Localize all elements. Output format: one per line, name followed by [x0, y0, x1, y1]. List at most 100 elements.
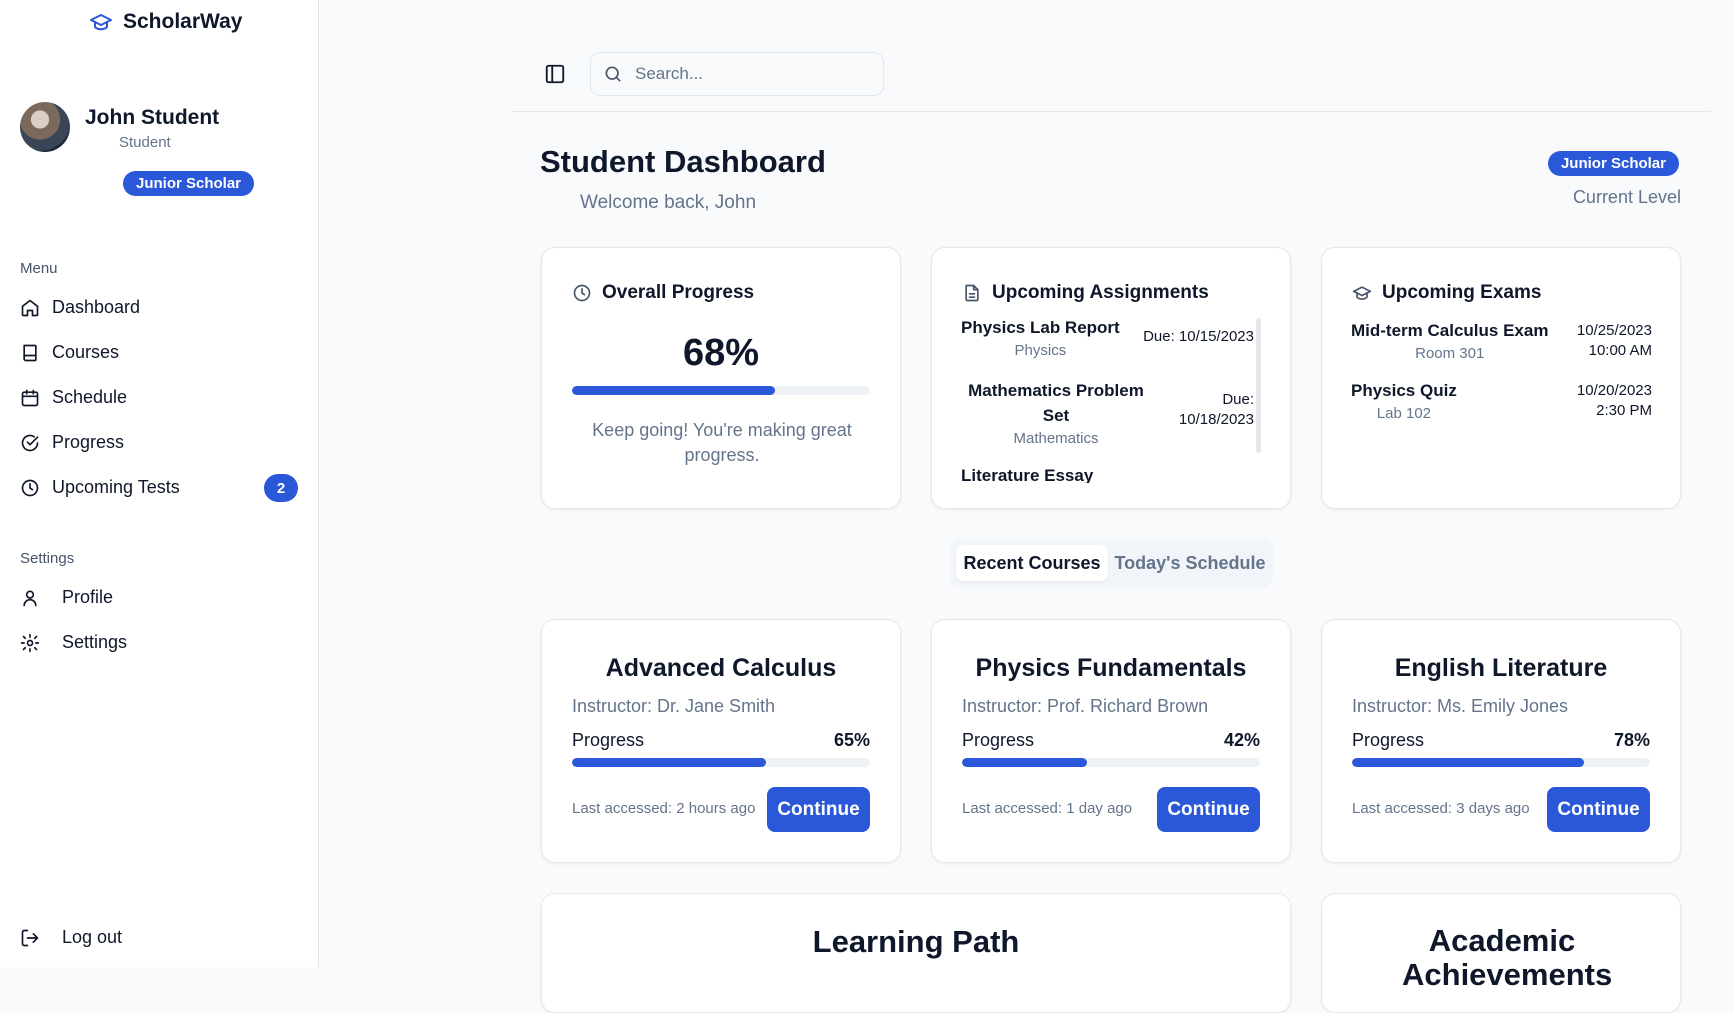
header-divider — [511, 111, 1711, 112]
exam-time: 10:00 AM — [1588, 342, 1652, 359]
progress-message: Keep going! You're making great progress… — [592, 420, 852, 465]
course-card: Physics Fundamentals Instructor: Prof. R… — [931, 619, 1291, 863]
sidebar-toggle-icon[interactable] — [544, 63, 566, 85]
overall-progress-percent: 68% — [682, 332, 760, 374]
sidebar-item-label: Settings — [62, 632, 128, 652]
learning-path-card: Learning Path — [541, 893, 1291, 1013]
assignment-item[interactable]: Literature Essay — [961, 466, 1254, 483]
sidebar: ScholarWay John Student Student Junior S… — [0, 0, 319, 967]
card-title: Learning Path — [812, 924, 1020, 959]
continue-button[interactable]: Continue — [1547, 787, 1650, 832]
course-progress-bar — [572, 758, 870, 767]
assignments-list[interactable]: Physics Lab Report Physics Due: 10/15/20… — [961, 318, 1261, 483]
exam-time: 2:30 PM — [1596, 402, 1652, 419]
assignment-item[interactable]: Mathematics Problem Set Mathematics Due:… — [961, 378, 1254, 447]
assignment-due: Due: 10/18/2023 — [1178, 391, 1254, 428]
sidebar-item-courses[interactable]: Courses — [20, 342, 119, 363]
course-progress-value: 42% — [1223, 730, 1260, 750]
exam-room: Room 301 — [1415, 345, 1485, 362]
course-card: English Literature Instructor: Ms. Emily… — [1321, 619, 1681, 863]
tab-recent-courses[interactable]: Recent Courses — [956, 545, 1108, 581]
assignment-due: Due: 10/15/2023 — [1143, 328, 1254, 345]
search-icon — [605, 66, 621, 82]
assignment-subject: Physics — [1014, 342, 1067, 359]
current-level-label: Current Level — [1572, 187, 1681, 207]
user-icon — [23, 590, 37, 606]
sidebar-item-label: Schedule — [52, 387, 128, 407]
sidebar-item-dashboard[interactable]: Dashboard — [20, 297, 140, 318]
exam-room: Lab 102 — [1376, 405, 1432, 422]
continue-button[interactable]: Continue — [767, 787, 870, 832]
search-input[interactable] — [633, 63, 867, 85]
exam-title: Mid-term Calculus Exam — [1351, 321, 1549, 340]
clock-icon — [573, 284, 591, 302]
scrollbar[interactable] — [1256, 318, 1261, 453]
course-title: English Literature — [1394, 654, 1608, 682]
sidebar-item-settings[interactable]: Settings — [20, 632, 127, 653]
card-header: Upcoming Assignments — [962, 282, 1209, 304]
assignment-item[interactable]: Physics Lab Report Physics Due: 10/15/20… — [961, 318, 1254, 359]
settings-section-label: Settings — [20, 550, 75, 567]
document-icon — [965, 284, 979, 302]
course-instructor: Instructor: Dr. Jane Smith — [572, 696, 776, 716]
card-header: Overall Progress — [572, 282, 754, 304]
sidebar-item-progress[interactable]: Progress — [20, 432, 124, 453]
logout-icon — [21, 929, 39, 946]
continue-button[interactable]: Continue — [1157, 787, 1260, 832]
calendar-icon — [21, 389, 39, 406]
sidebar-item-upcoming-tests[interactable]: Upcoming Tests — [20, 477, 180, 498]
course-card: Advanced Calculus Instructor: Dr. Jane S… — [541, 619, 901, 863]
sidebar-item-schedule[interactable]: Schedule — [20, 387, 127, 408]
graduation-cap-icon — [90, 14, 112, 31]
sidebar-item-label: Upcoming Tests — [52, 477, 180, 497]
exam-title: Physics Quiz — [1351, 381, 1457, 400]
progress-fill — [962, 758, 1088, 767]
progress-fill — [572, 386, 775, 395]
progress-fill — [1352, 758, 1585, 767]
exam-item[interactable]: Mid-term Calculus Exam Room 301 10/25/20… — [1351, 321, 1652, 362]
user-role: Student — [119, 134, 171, 151]
card-header: Upcoming Exams — [1352, 282, 1541, 304]
exam-date: 10/25/2023 — [1576, 322, 1652, 339]
last-accessed: Last accessed: 3 days ago — [1352, 800, 1530, 817]
avatar[interactable] — [20, 102, 70, 152]
clock-icon — [21, 479, 39, 496]
exam-item[interactable]: Physics Quiz Lab 102 10/20/2023 2:30 PM — [1351, 381, 1652, 422]
user-name: John Student — [85, 106, 220, 129]
exam-date: 10/20/2023 — [1576, 382, 1652, 399]
course-progress-value: 65% — [833, 730, 870, 750]
course-progress-bar — [1352, 758, 1650, 767]
course-progress-bar — [962, 758, 1260, 767]
course-instructor: Instructor: Prof. Richard Brown — [962, 696, 1209, 716]
card-title: Upcoming Exams — [1382, 282, 1542, 303]
upcoming-tests-count-badge: 2 — [264, 474, 298, 502]
last-accessed: Last accessed: 1 day ago — [962, 800, 1133, 817]
view-tabs: Recent Courses Today's Schedule — [950, 539, 1273, 587]
card-title: Academic Achievements — [1402, 923, 1613, 992]
user-level-badge: Junior Scholar — [123, 171, 255, 196]
sidebar-item-label: Profile — [62, 587, 114, 607]
academic-achievements-card: Academic Achievements — [1321, 893, 1681, 1013]
sidebar-item-label: Dashboard — [52, 297, 141, 317]
search-box[interactable] — [590, 52, 884, 96]
assignment-subject: Mathematics — [1013, 430, 1099, 447]
page-title: Student Dashboard — [540, 144, 826, 179]
course-title: Physics Fundamentals — [975, 654, 1247, 682]
current-level-badge: Junior Scholar — [1547, 151, 1679, 176]
app-name: ScholarWay — [123, 10, 243, 33]
card-title: Overall Progress — [602, 282, 755, 303]
welcome-message: Welcome back, John — [580, 192, 757, 213]
overall-progress-bar — [572, 386, 870, 395]
graduation-cap-icon — [1352, 286, 1372, 300]
course-progress-label: Progress — [962, 730, 1035, 750]
home-icon — [21, 299, 39, 316]
last-accessed: Last accessed: 2 hours ago — [572, 800, 756, 817]
course-progress-value: 78% — [1613, 730, 1650, 750]
overall-progress-card: Overall Progress 68% Keep going! You're … — [541, 247, 901, 509]
logout-button[interactable]: Log out — [20, 927, 122, 948]
sidebar-item-profile[interactable]: Profile — [20, 587, 113, 608]
course-title: Advanced Calculus — [605, 654, 837, 682]
upcoming-exams-card: Upcoming Exams Mid-term Calculus Exam Ro… — [1321, 247, 1681, 509]
tab-todays-schedule[interactable]: Today's Schedule — [1112, 545, 1268, 581]
brand[interactable]: ScholarWay — [89, 10, 242, 34]
